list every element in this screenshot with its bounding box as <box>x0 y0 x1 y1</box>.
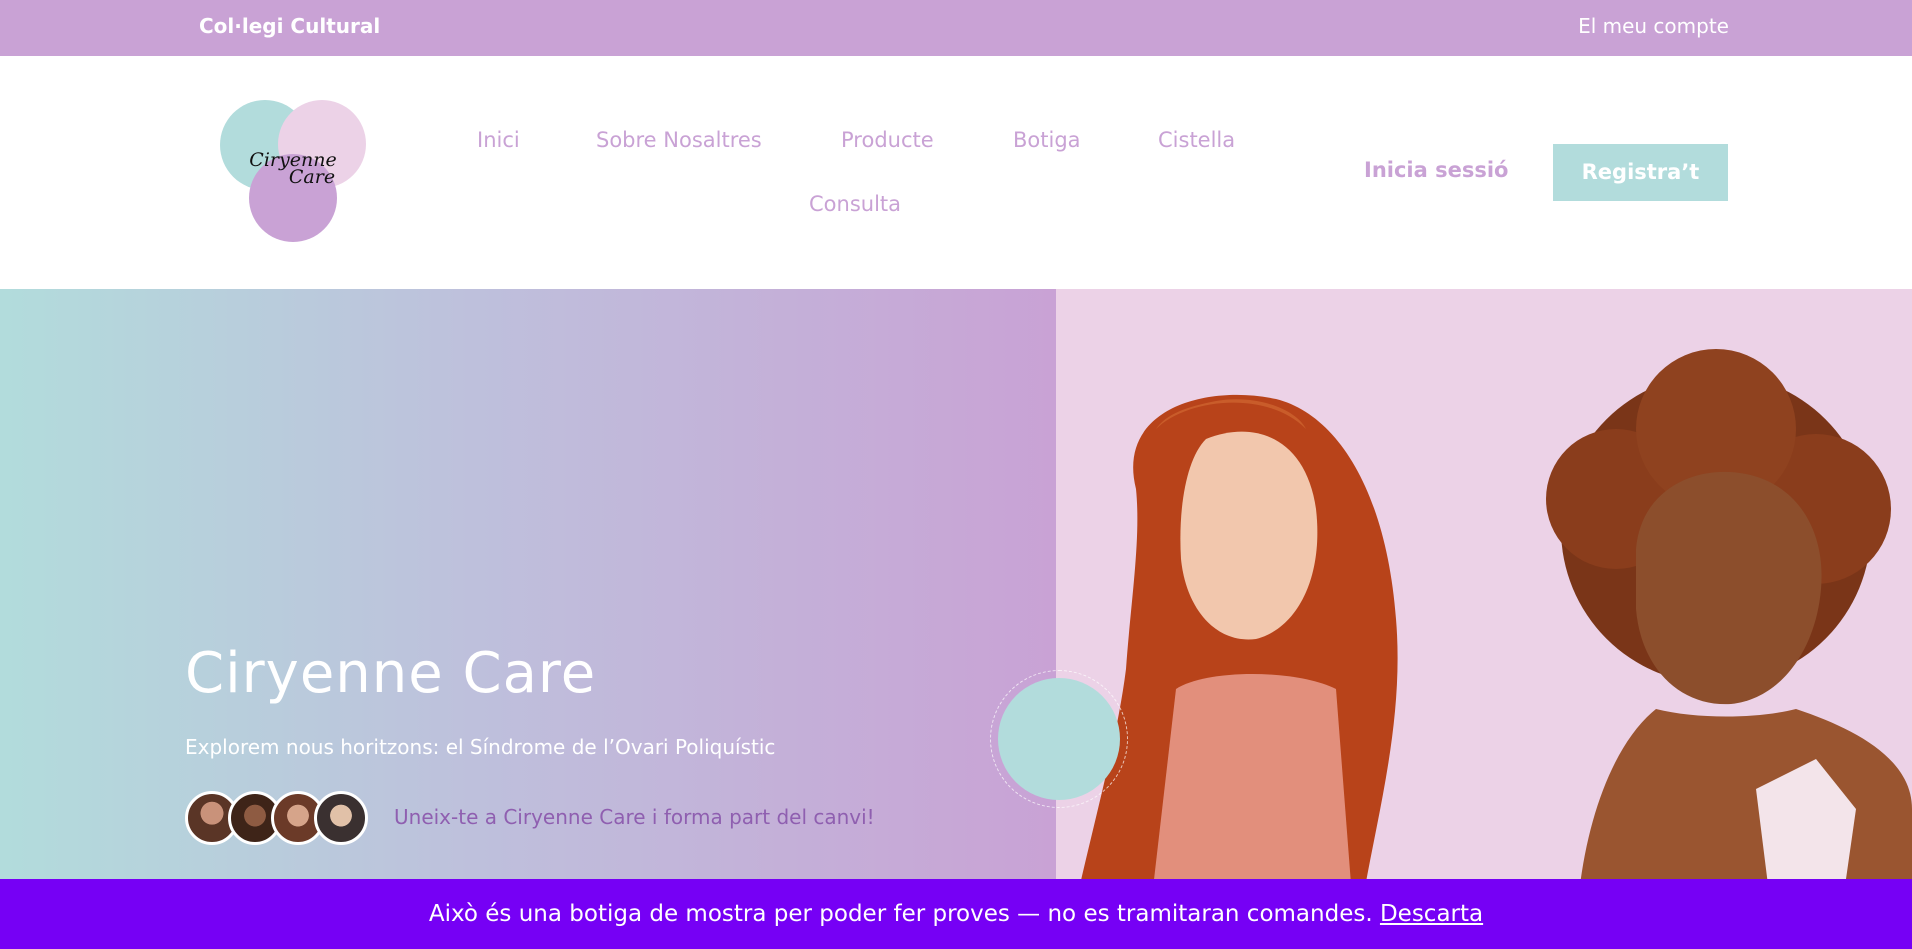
hero-photo <box>1056 289 1912 949</box>
logo-wordmark: Ciryenne Care <box>238 151 348 188</box>
login-link[interactable]: Inicia sessió <box>1364 158 1508 182</box>
accent-circle <box>998 678 1120 800</box>
hero-subtitle: Explorem nous horitzons: el Síndrome de … <box>185 735 776 759</box>
logo-line-2: Care <box>288 166 336 188</box>
hero-photo-illustration <box>1066 349 1912 949</box>
dismiss-notice-link[interactable]: Descarta <box>1380 901 1483 927</box>
top-bar: Col·legi Cultural El meu compte <box>0 0 1912 56</box>
logo[interactable]: Ciryenne Care <box>216 100 372 250</box>
store-notice: Això és una botiga de mostra per poder f… <box>0 879 1912 949</box>
nav-item-inici[interactable]: Inici <box>477 128 520 152</box>
nav-item-botiga[interactable]: Botiga <box>1013 128 1081 152</box>
member-avatars <box>185 791 375 845</box>
site-name-link[interactable]: Col·legi Cultural <box>199 14 380 38</box>
nav-item-producte[interactable]: Producte <box>841 128 934 152</box>
avatar <box>314 791 368 845</box>
register-button[interactable]: Registra’t <box>1553 144 1728 201</box>
hero-section: Ciryenne Care Explorem nous horitzons: e… <box>0 289 1912 949</box>
my-account-link[interactable]: El meu compte <box>1578 14 1729 38</box>
hero-title: Ciryenne Care <box>185 641 597 706</box>
join-text: Uneix-te a Ciryenne Care i forma part de… <box>394 805 875 829</box>
nav-item-sobre-nosaltres[interactable]: Sobre Nosaltres <box>596 128 762 152</box>
nav-item-consulta[interactable]: Consulta <box>809 192 901 216</box>
store-notice-text: Això és una botiga de mostra per poder f… <box>428 901 1373 927</box>
site-header: Ciryenne Care Inici Sobre Nosaltres Prod… <box>0 56 1912 289</box>
hero-gradient-panel <box>0 289 1056 949</box>
nav-item-cistella[interactable]: Cistella <box>1158 128 1235 152</box>
